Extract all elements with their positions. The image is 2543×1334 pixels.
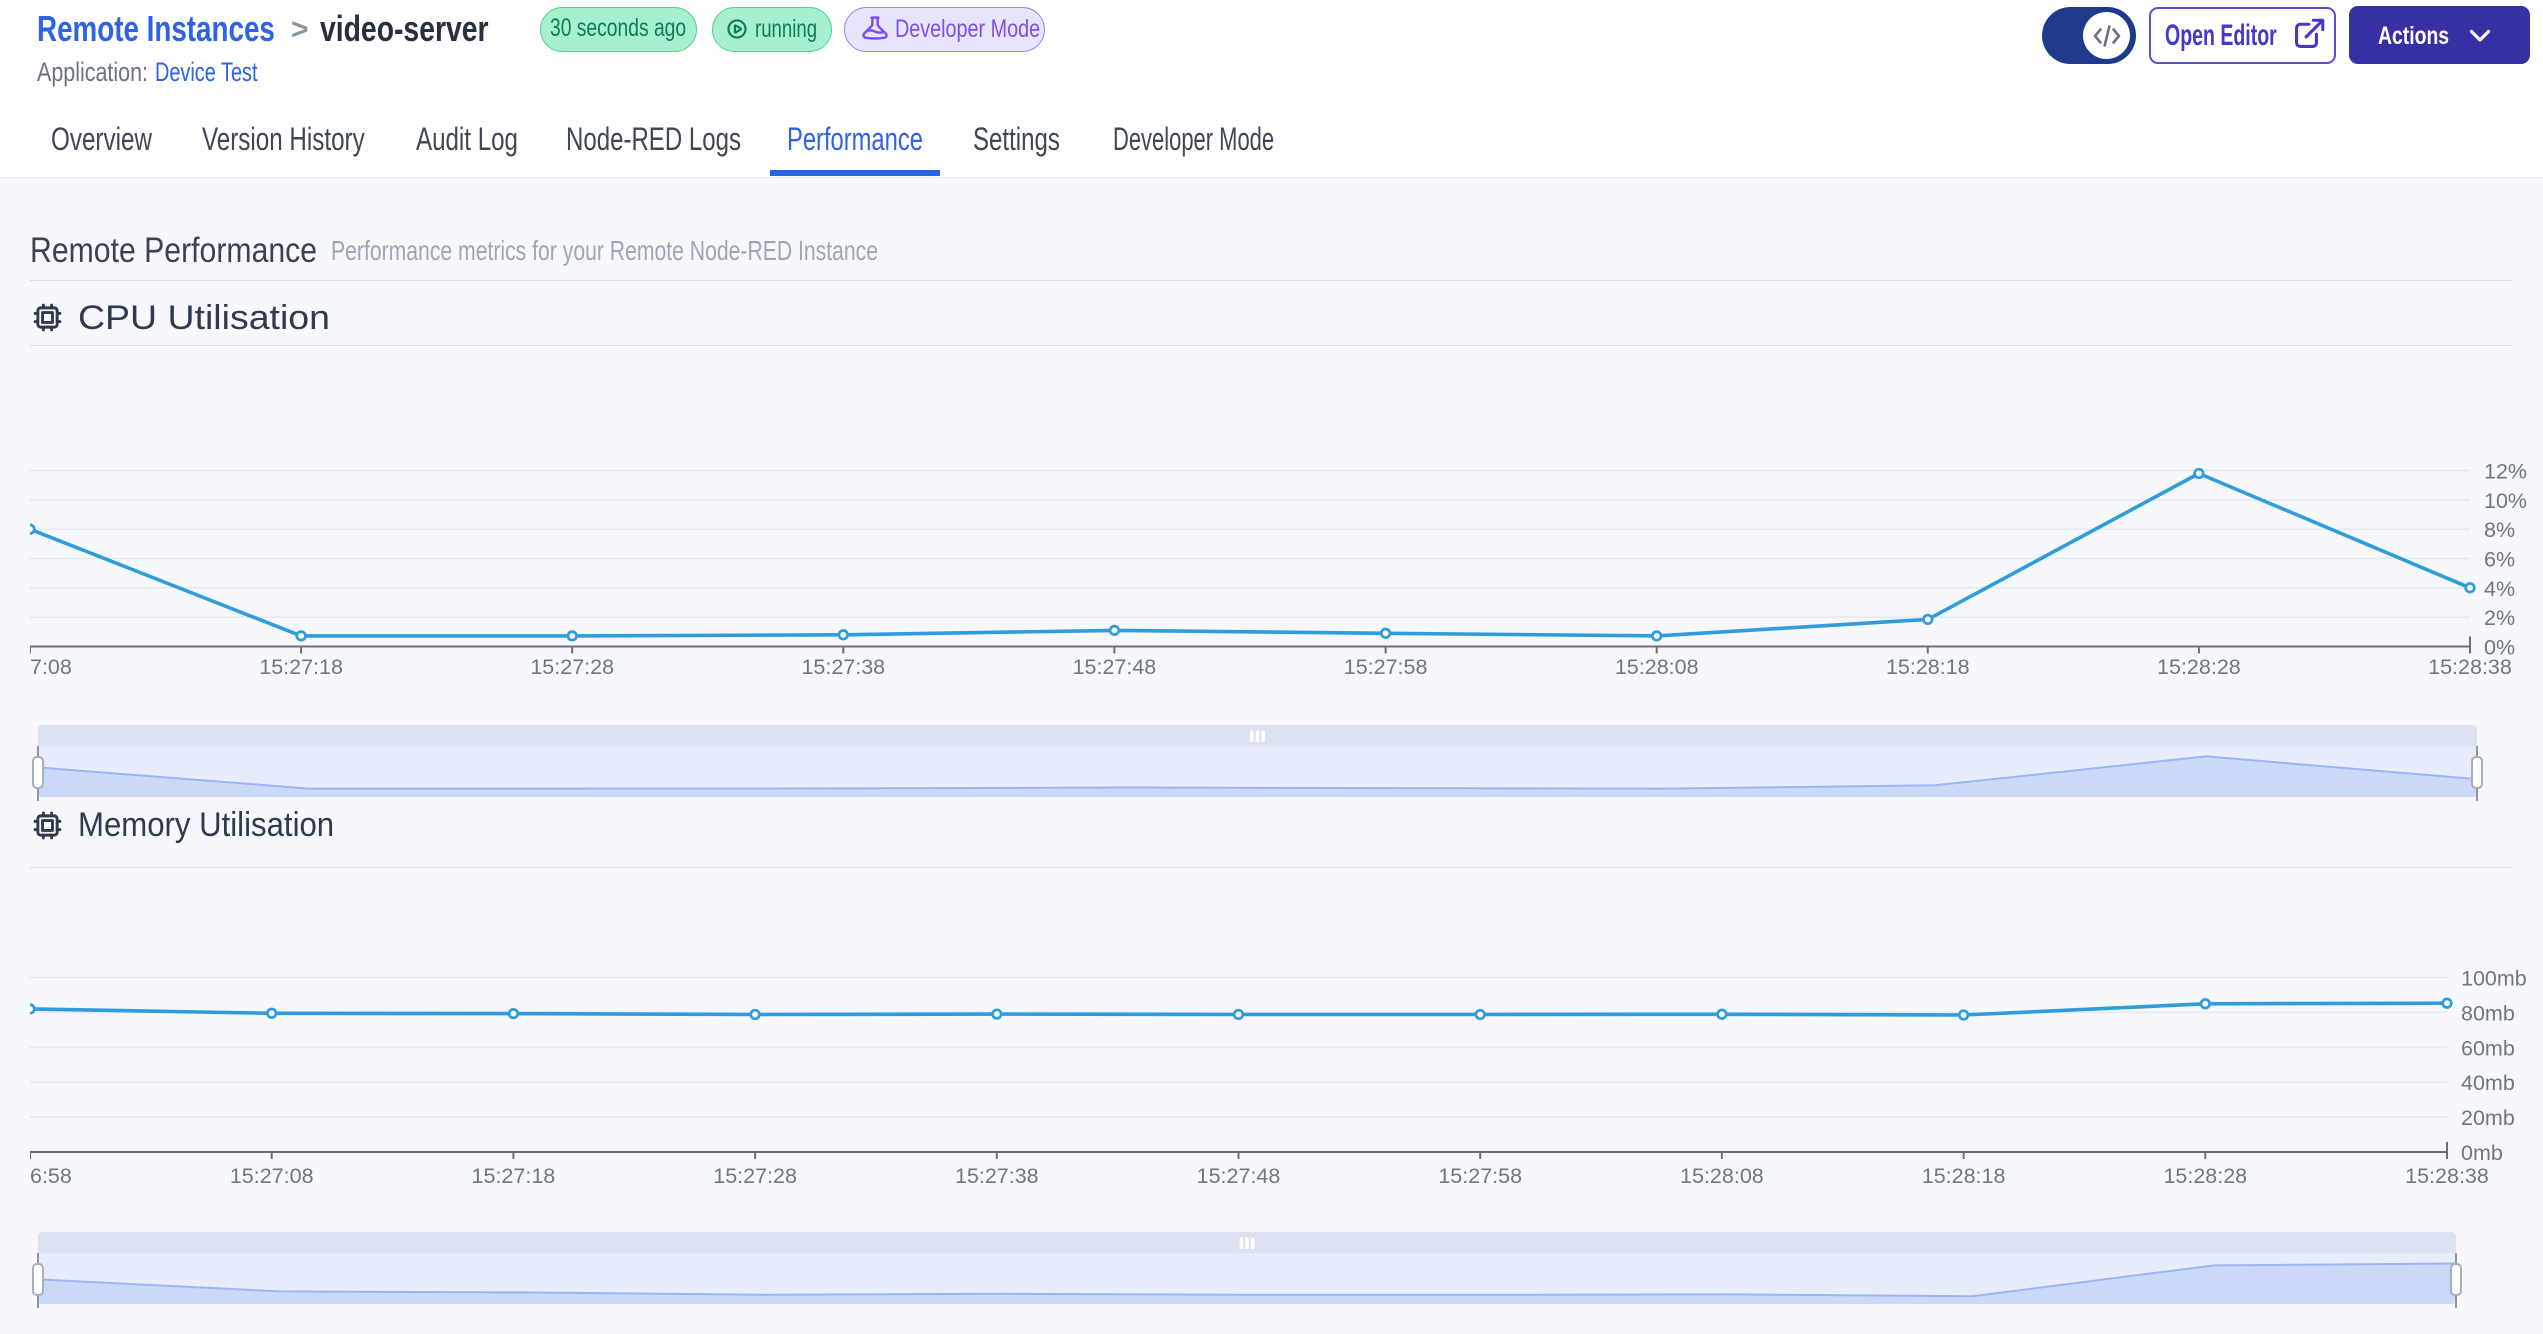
svg-text:15:27:18: 15:27:18 (472, 1164, 556, 1188)
svg-text:20mb: 20mb (2461, 1106, 2515, 1130)
svg-text:15:27:38: 15:27:38 (801, 655, 885, 679)
svg-text:80mb: 80mb (2461, 1001, 2515, 1025)
svg-text:4%: 4% (2484, 577, 2515, 601)
svg-text:40mb: 40mb (2461, 1071, 2515, 1095)
svg-text:8%: 8% (2484, 518, 2515, 542)
svg-text:15:27:08: 15:27:08 (230, 1164, 314, 1188)
svg-text:15:27:58: 15:27:58 (1438, 1164, 1522, 1188)
svg-text:0%: 0% (2484, 636, 2515, 660)
svg-text:0mb: 0mb (2461, 1141, 2503, 1165)
svg-text:15:27:38: 15:27:38 (955, 1164, 1039, 1188)
svg-text:6%: 6% (2484, 548, 2515, 572)
svg-text:15:28:18: 15:28:18 (1922, 1164, 2006, 1188)
svg-text:60mb: 60mb (2461, 1036, 2515, 1060)
svg-text:15:27:58: 15:27:58 (1344, 655, 1428, 679)
svg-text:15:27:28: 15:27:28 (530, 655, 614, 679)
svg-text:2%: 2% (2484, 606, 2515, 630)
svg-text:15:27:08: 15:27:08 (30, 655, 72, 679)
svg-text:15:27:18: 15:27:18 (259, 655, 343, 679)
svg-text:100mb: 100mb (2461, 967, 2527, 991)
svg-text:10%: 10% (2484, 489, 2527, 513)
svg-text:15:28:28: 15:28:28 (2157, 655, 2241, 679)
svg-text:15:27:28: 15:27:28 (713, 1164, 797, 1188)
svg-text:15:28:08: 15:28:08 (1615, 655, 1699, 679)
svg-text:15:28:08: 15:28:08 (1680, 1164, 1764, 1188)
svg-text:15:27:48: 15:27:48 (1073, 655, 1157, 679)
svg-text:15:28:28: 15:28:28 (2163, 1164, 2247, 1188)
svg-text:15:28:18: 15:28:18 (1886, 655, 1970, 679)
svg-text:15:27:48: 15:27:48 (1197, 1164, 1281, 1188)
svg-text:15:28:38: 15:28:38 (2405, 1164, 2489, 1188)
svg-text:15:26:58: 15:26:58 (30, 1164, 72, 1188)
svg-text:12%: 12% (2484, 460, 2527, 484)
